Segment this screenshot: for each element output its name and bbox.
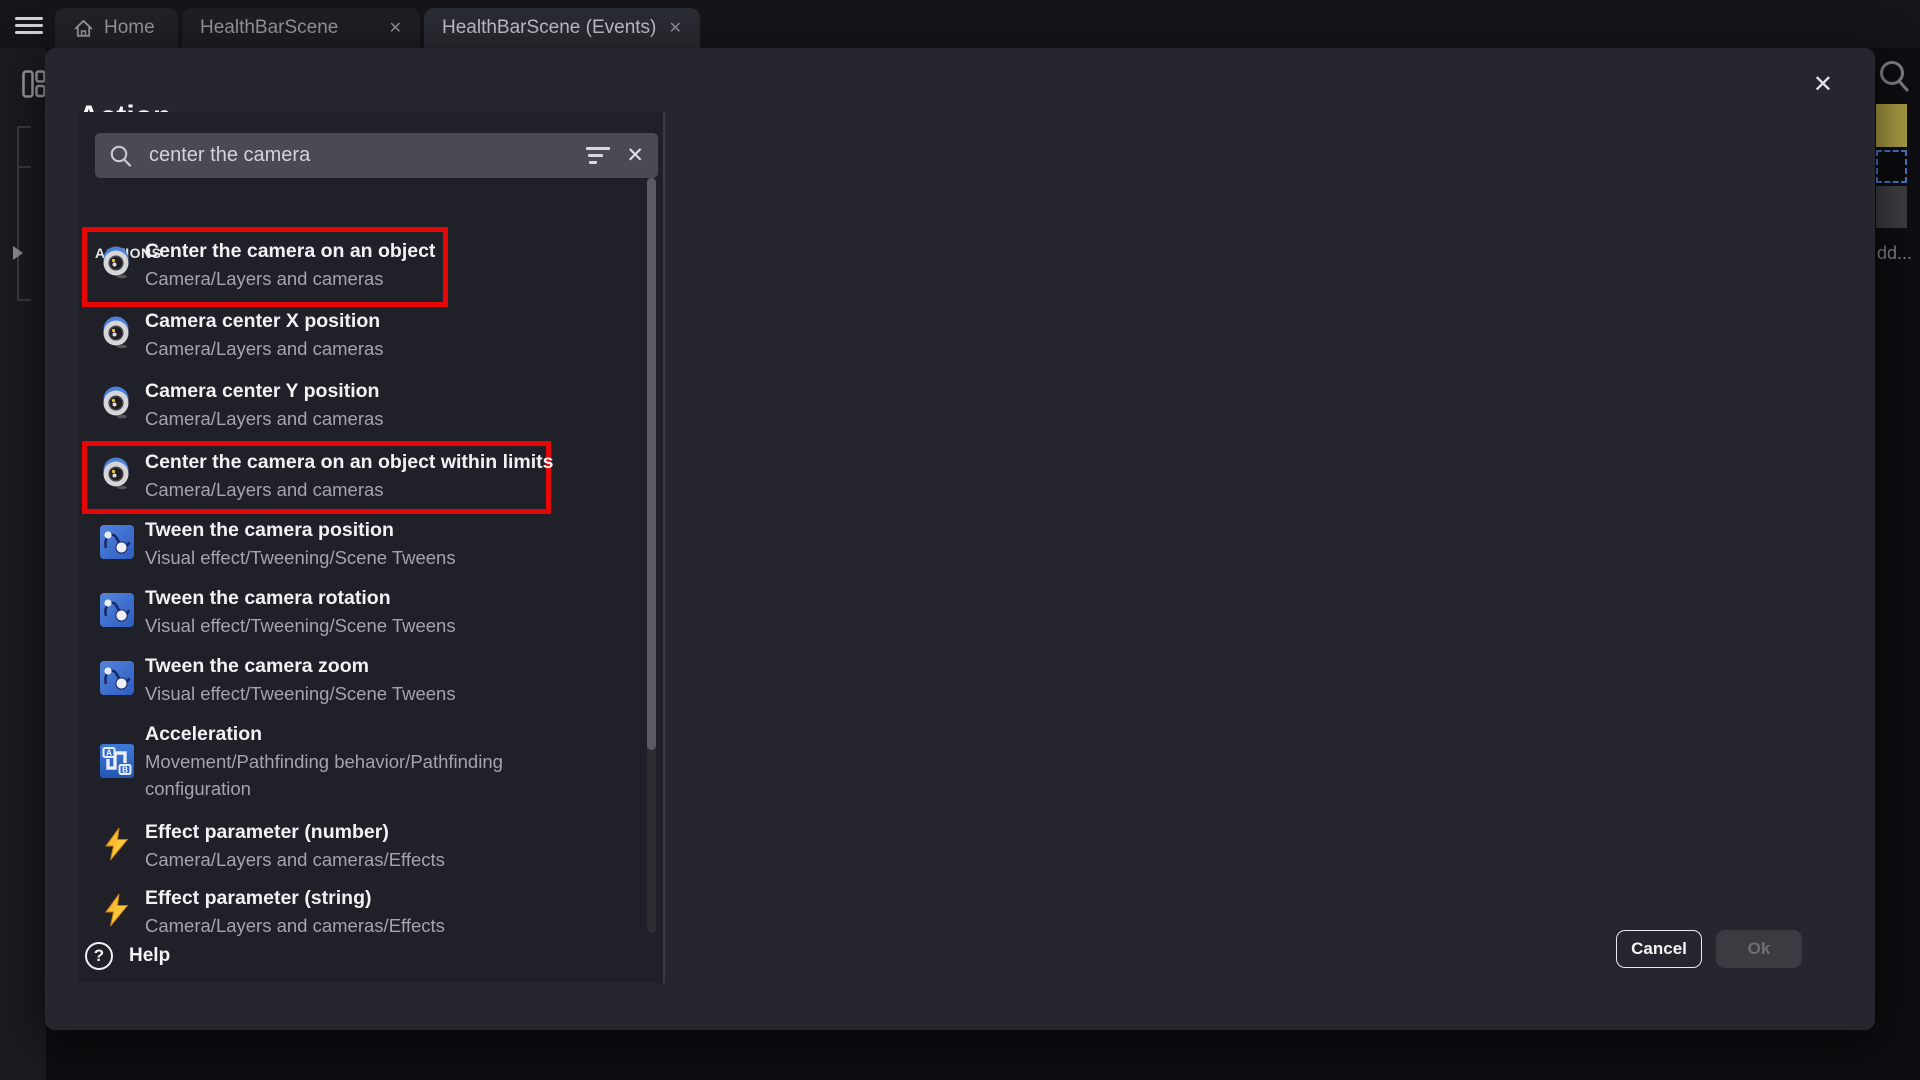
tween-icon [100,593,134,627]
action-path: Movement/Pathfinding behavior/Pathfindin… [145,748,545,802]
action-path: Camera/Layers and cameras [145,265,545,292]
list-item-tween-camera-zoom[interactable]: Tween the camera zoom Visual effect/Twee… [78,652,663,718]
action-title: Camera center Y position [145,377,565,405]
action-title: Tween the camera zoom [145,652,565,680]
action-title: Effect parameter (string) [145,884,565,912]
cancel-button[interactable]: Cancel [1616,930,1702,968]
list-item-effect-parameter-number[interactable]: Effect parameter (number) Camera/Layers … [78,818,663,884]
clear-search-icon[interactable]: ✕ [626,143,644,168]
events-sheet-left-edge [0,48,46,1080]
action-title: Center the camera on an object [145,237,565,265]
top-bar: Home HealthBarScene ✕ HealthBarScene (Ev… [0,0,1920,48]
camera-icon [100,316,134,350]
tree-guide-line [17,126,31,128]
action-path: Camera/Layers and cameras [145,335,545,362]
ok-button[interactable]: Ok [1716,930,1802,968]
list-item-tween-camera-position[interactable]: Tween the camera position Visual effect/… [78,516,663,582]
help-label: Help [129,945,170,967]
tab-healthbarscene[interactable]: HealthBarScene ✕ [182,8,420,48]
tree-guide-line [17,126,19,301]
tab-label: Home [104,17,155,39]
list-item-camera-center-x[interactable]: Camera center X position Camera/Layers a… [78,307,663,373]
list-item-tween-camera-rotation[interactable]: Tween the camera rotation Visual effect/… [78,584,663,650]
home-icon [73,18,94,39]
action-title: Effect parameter (number) [145,818,565,846]
scrollbar-thumb[interactable] [647,178,656,750]
tree-guide-line [17,166,31,168]
hamburger-icon[interactable] [15,17,43,34]
close-tab-icon[interactable]: ✕ [389,18,402,38]
svg-text:A: A [106,749,112,758]
search-input[interactable] [147,143,572,168]
pathfinding-icon: AB [100,744,134,778]
search-bar[interactable]: ✕ [95,133,658,178]
event-row-gray[interactable] [1876,186,1907,228]
action-list-panel: ✕ ACTIONS Center the camera on an object… [78,112,665,983]
magnifier-icon[interactable] [1877,58,1911,94]
help-icon: ? [85,942,113,970]
magnifier-icon [109,144,133,168]
camera-icon [100,457,134,491]
app-window: Home HealthBarScene ✕ HealthBarScene (Ev… [0,0,1920,1080]
action-path: Camera/Layers and cameras/Effects [145,846,545,873]
event-row-selected-yellow[interactable] [1876,104,1907,147]
help-button[interactable]: ? Help [85,942,170,970]
action-path: Visual effect/Tweening/Scene Tweens [145,680,545,707]
action-path: Camera/Layers and cameras [145,405,545,432]
list-item-center-camera-within-limits[interactable]: Center the camera on an object within li… [78,448,663,514]
action-title: Tween the camera position [145,516,565,544]
bolt-icon [100,827,134,861]
list-item-center-camera-on-object[interactable]: Center the camera on an object Camera/La… [78,237,663,303]
action-path: Visual effect/Tweening/Scene Tweens [145,612,545,639]
action-title: Center the camera on an object within li… [145,448,565,476]
list-item-acceleration[interactable]: AB Acceleration Movement/Pathfinding beh… [78,720,663,816]
close-dialog-icon[interactable]: ✕ [1813,70,1833,99]
truncated-add-text[interactable]: dd... [1877,243,1912,264]
tween-icon [100,661,134,695]
tab-label: HealthBarScene (Events) [442,17,656,39]
split-view-icon[interactable] [22,70,46,98]
action-path: Camera/Layers and cameras [145,476,545,503]
triangle-right-icon[interactable] [13,246,23,260]
action-path: Camera/Layers and cameras/Effects [145,912,545,939]
action-dialog: Action ✕ ✕ ACTIONS Cen [45,48,1875,1030]
action-title: Camera center X position [145,307,565,335]
list-item-effect-parameter-string[interactable]: Effect parameter (string) Camera/Layers … [78,884,663,950]
tween-icon [100,525,134,559]
action-path: Visual effect/Tweening/Scene Tweens [145,544,545,571]
svg-text:B: B [122,766,128,775]
camera-icon [100,246,134,280]
action-title: Acceleration [145,720,565,748]
action-title: Tween the camera rotation [145,584,565,612]
tab-home[interactable]: Home [55,8,178,48]
event-row-dashed-selection[interactable] [1876,150,1907,183]
tree-guide-line [17,299,31,301]
bolt-icon [100,893,134,927]
filter-icon[interactable] [586,147,612,164]
camera-icon [100,386,134,420]
tab-healthbarscene-events[interactable]: HealthBarScene (Events) ✕ [424,8,700,48]
close-tab-icon[interactable]: ✕ [669,18,682,38]
tab-label: HealthBarScene [200,17,338,39]
list-item-camera-center-y[interactable]: Camera center Y position Camera/Layers a… [78,377,663,443]
